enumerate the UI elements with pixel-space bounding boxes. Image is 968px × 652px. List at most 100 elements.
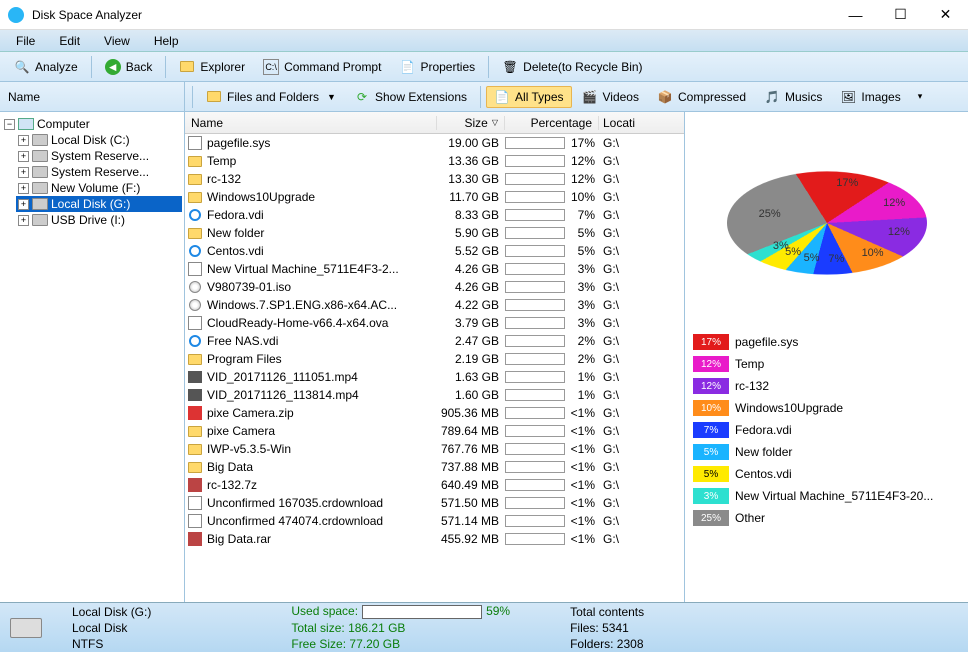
file-row[interactable]: New folder5.90 GB5%G:\ [185, 224, 684, 242]
file-size: 13.30 GB [437, 172, 505, 186]
pie-slice-label: 12% [883, 197, 905, 209]
filter-more-dropdown[interactable]: ▾ [911, 88, 927, 105]
tree-item-label: System Reserve... [51, 165, 149, 179]
legend-item[interactable]: 25%Other [693, 507, 960, 529]
legend-item[interactable]: 12%rc-132 [693, 375, 960, 397]
percentage-text: 7% [567, 208, 599, 222]
back-button[interactable]: ◄Back [97, 56, 161, 78]
file-row[interactable]: Unconfirmed 167035.crdownload571.50 MB<1… [185, 494, 684, 512]
menu-file[interactable]: File [6, 32, 45, 50]
explorer-button[interactable]: Explorer [171, 56, 253, 78]
file-row[interactable]: New Virtual Machine_5711E4F3-2...4.26 GB… [185, 260, 684, 278]
file-list[interactable]: pagefile.sys19.00 GB17%G:\Temp13.36 GB12… [185, 134, 684, 602]
legend-label: Windows10Upgrade [735, 401, 960, 415]
delete-button[interactable]: 🗑Delete(to Recycle Bin) [494, 56, 650, 78]
status-folders-count: Folders: 2308 [570, 637, 644, 651]
tree-drive-item[interactable]: +New Volume (F:) [16, 180, 182, 196]
file-list-header: Name Size▽ Percentage Locati [185, 112, 684, 134]
file-row[interactable]: rc-13213.30 GB12%G:\ [185, 170, 684, 188]
legend-item[interactable]: 5%Centos.vdi [693, 463, 960, 485]
file-row[interactable]: Windows.7.SP1.ENG.x86-x64.AC...4.22 GB3%… [185, 296, 684, 314]
file-row[interactable]: Free NAS.vdi2.47 GB2%G:\ [185, 332, 684, 350]
file-pane: Name Size▽ Percentage Locati pagefile.sy… [185, 112, 685, 602]
expand-icon[interactable]: + [18, 183, 29, 194]
file-row[interactable]: Unconfirmed 474074.crdownload571.14 MB<1… [185, 512, 684, 530]
file-row[interactable]: Program Files2.19 GB2%G:\ [185, 350, 684, 368]
menu-help[interactable]: Help [144, 32, 189, 50]
minimize-button[interactable]: — [833, 0, 878, 30]
drive-tree[interactable]: − Computer +Local Disk (C:)+System Reser… [0, 112, 185, 602]
maximize-button[interactable]: ☐ [878, 0, 923, 30]
col-name[interactable]: Name [185, 116, 437, 130]
pie-slice-label: 7% [828, 253, 844, 265]
separator [165, 56, 166, 78]
tree-drive-item[interactable]: +Local Disk (C:) [16, 132, 182, 148]
tree-drive-item[interactable]: +System Reserve... [16, 148, 182, 164]
col-percentage[interactable]: Percentage [505, 116, 599, 130]
filter-musics[interactable]: 🎵Musics [756, 86, 830, 108]
menu-view[interactable]: View [94, 32, 140, 50]
tree-drive-item[interactable]: +Local Disk (G:) [16, 196, 182, 212]
file-row[interactable]: Temp13.36 GB12%G:\ [185, 152, 684, 170]
chevron-down-icon: ▼ [327, 92, 336, 102]
properties-button[interactable]: 📄Properties [391, 56, 483, 78]
file-size: 11.70 GB [437, 190, 505, 204]
drive-icon [32, 150, 48, 162]
legend-item[interactable]: 7%Fedora.vdi [693, 419, 960, 441]
percentage-text: <1% [567, 442, 599, 456]
legend-item[interactable]: 10%Windows10Upgrade [693, 397, 960, 419]
file-row[interactable]: rc-132.7z640.49 MB<1%G:\ [185, 476, 684, 494]
terminal-icon: C:\ [263, 59, 279, 75]
expand-icon[interactable]: + [18, 215, 29, 226]
col-location[interactable]: Locati [599, 116, 647, 130]
expand-icon[interactable]: + [18, 151, 29, 162]
tree-drive-item[interactable]: + System Reserve... [16, 164, 182, 180]
file-location: G:\ [599, 226, 639, 240]
separator [91, 56, 92, 78]
file-row[interactable]: pixe Camera.zip905.36 MB<1%G:\ [185, 404, 684, 422]
drive-icon [32, 182, 48, 194]
file-row[interactable]: pagefile.sys19.00 GB17%G:\ [185, 134, 684, 152]
file-row[interactable]: V980739-01.iso4.26 GB3%G:\ [185, 278, 684, 296]
percentage-bar [505, 155, 565, 167]
menu-edit[interactable]: Edit [49, 32, 90, 50]
analyze-button[interactable]: 🔍Analyze [6, 56, 86, 78]
file-row[interactable]: Windows10Upgrade11.70 GB10%G:\ [185, 188, 684, 206]
show-extensions-button[interactable]: ⟳Show Extensions [346, 86, 475, 108]
legend-item[interactable]: 17%pagefile.sys [693, 331, 960, 353]
legend-item[interactable]: 3%New Virtual Machine_5711E4F3-20... [693, 485, 960, 507]
tree-root-computer[interactable]: − Computer [2, 116, 182, 132]
close-button[interactable]: ✕ [923, 0, 968, 30]
file-row[interactable]: pixe Camera789.64 MB<1%G:\ [185, 422, 684, 440]
file-row[interactable]: Big Data737.88 MB<1%G:\ [185, 458, 684, 476]
expand-icon[interactable]: + [18, 135, 29, 146]
file-location: G:\ [599, 190, 639, 204]
file-row[interactable]: VID_20171126_111051.mp41.63 GB1%G:\ [185, 368, 684, 386]
col-size[interactable]: Size▽ [437, 116, 505, 130]
file-row[interactable]: CloudReady-Home-v66.4-x64.ova3.79 GB3%G:… [185, 314, 684, 332]
tree-drive-item[interactable]: +USB Drive (I:) [16, 212, 182, 228]
filter-all-types[interactable]: 📄All Types [486, 86, 571, 108]
expand-icon[interactable]: + [18, 167, 29, 178]
file-size: 4.26 GB [437, 280, 505, 294]
file-name: Big Data [207, 460, 437, 474]
filter-videos[interactable]: 🎬Videos [574, 86, 647, 108]
file-name: Program Files [207, 352, 437, 366]
file-type-icon [187, 243, 203, 259]
file-row[interactable]: Centos.vdi5.52 GB5%G:\ [185, 242, 684, 260]
percentage-bar [505, 227, 565, 239]
command-prompt-button[interactable]: C:\Command Prompt [255, 56, 389, 78]
legend-item[interactable]: 5%New folder [693, 441, 960, 463]
pie-chart: 17%12%12%10%7%5%5%3%25% [693, 120, 960, 325]
file-row[interactable]: Fedora.vdi8.33 GB7%G:\ [185, 206, 684, 224]
files-folders-dropdown[interactable]: Files and Folders▼ [198, 86, 344, 108]
file-row[interactable]: IWP-v5.3.5-Win767.76 MB<1%G:\ [185, 440, 684, 458]
legend-item[interactable]: 12%Temp [693, 353, 960, 375]
file-row[interactable]: Big Data.rar455.92 MB<1%G:\ [185, 530, 684, 548]
percentage-bar [505, 281, 565, 293]
file-row[interactable]: VID_20171126_113814.mp41.60 GB1%G:\ [185, 386, 684, 404]
filter-compressed[interactable]: 📦Compressed [649, 86, 754, 108]
filter-images[interactable]: 🖼Images [832, 86, 908, 108]
expand-icon[interactable]: + [18, 199, 29, 210]
collapse-icon[interactable]: − [4, 119, 15, 130]
